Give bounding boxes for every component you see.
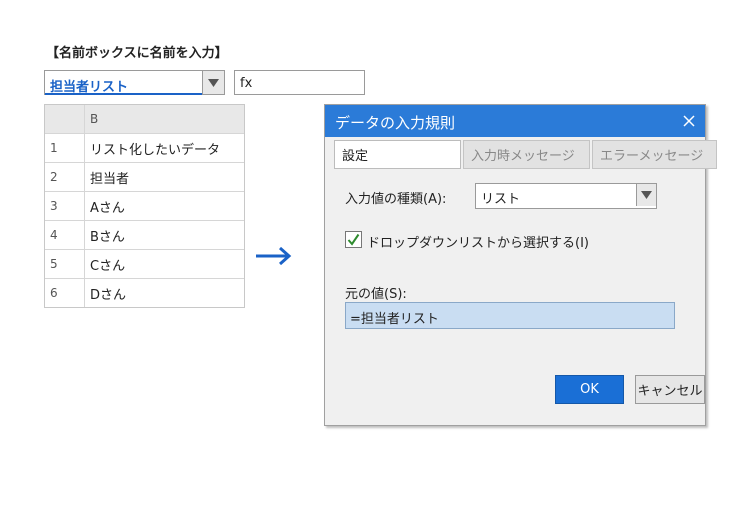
allow-select-value: リスト bbox=[481, 192, 521, 207]
cell[interactable]: リスト化したいデータ bbox=[85, 134, 244, 162]
tab-input-message[interactable]: 入力時メッセージ bbox=[463, 140, 590, 169]
dropdown-arrow-icon[interactable] bbox=[202, 71, 224, 94]
cell[interactable]: Bさん bbox=[85, 221, 244, 249]
tab-settings[interactable]: 設定 bbox=[334, 140, 461, 169]
formula-bar[interactable]: fx bbox=[234, 70, 365, 95]
allow-label: 入力値の種類(A): bbox=[345, 192, 447, 207]
source-label: 元の値(S): bbox=[345, 287, 407, 302]
data-validation-dialog: データの入力規則 設定 入力時メッセージ エラーメッセージ 入力値の種類(A):… bbox=[324, 104, 717, 426]
corner-cell bbox=[45, 105, 85, 133]
checkmark-icon bbox=[347, 233, 360, 246]
in-cell-dropdown-checkbox[interactable] bbox=[345, 231, 362, 248]
right-arrow-icon bbox=[254, 244, 294, 268]
cell[interactable]: Aさん bbox=[85, 192, 244, 220]
cell[interactable]: Cさん bbox=[85, 250, 244, 278]
column-header-row: B bbox=[45, 105, 244, 133]
column-header-b[interactable]: B bbox=[85, 105, 244, 133]
formula-bar-label: fx bbox=[240, 76, 253, 91]
dialog-titlebar[interactable]: データの入力規則 bbox=[325, 105, 705, 137]
table-row: 1 リスト化したいデータ bbox=[45, 133, 244, 162]
row-number[interactable]: 2 bbox=[45, 163, 85, 191]
row-number[interactable]: 4 bbox=[45, 221, 85, 249]
cell[interactable]: Dさん bbox=[85, 279, 244, 307]
row-number[interactable]: 6 bbox=[45, 279, 85, 307]
name-box-underline bbox=[45, 93, 202, 95]
spreadsheet: B 1 リスト化したいデータ 2 担当者 3 Aさん 4 Bさん 5 Cさん 6… bbox=[44, 104, 245, 308]
dropdown-arrow-icon[interactable] bbox=[636, 184, 656, 206]
in-cell-dropdown-label: ドロップダウンリストから選択する(I) bbox=[367, 236, 589, 251]
row-number[interactable]: 1 bbox=[45, 134, 85, 162]
row-number[interactable]: 5 bbox=[45, 250, 85, 278]
close-icon[interactable] bbox=[677, 109, 701, 133]
table-row: 5 Cさん bbox=[45, 249, 244, 278]
tab-error-message[interactable]: エラーメッセージ bbox=[592, 140, 717, 169]
page-heading: 【名前ボックスに名前を入力】 bbox=[46, 46, 228, 61]
table-row: 6 Dさん bbox=[45, 278, 244, 307]
cell[interactable]: 担当者 bbox=[85, 163, 244, 191]
table-row: 4 Bさん bbox=[45, 220, 244, 249]
name-box[interactable]: 担当者リスト bbox=[44, 70, 225, 95]
table-row: 2 担当者 bbox=[45, 162, 244, 191]
table-row: 3 Aさん bbox=[45, 191, 244, 220]
allow-select[interactable]: リスト bbox=[475, 183, 657, 209]
cancel-button[interactable]: キャンセル bbox=[635, 375, 705, 404]
dialog-title: データの入力規則 bbox=[335, 114, 456, 132]
row-number[interactable]: 3 bbox=[45, 192, 85, 220]
source-input[interactable]: =担当者リスト bbox=[345, 302, 675, 329]
ok-button[interactable]: OK bbox=[555, 375, 624, 404]
